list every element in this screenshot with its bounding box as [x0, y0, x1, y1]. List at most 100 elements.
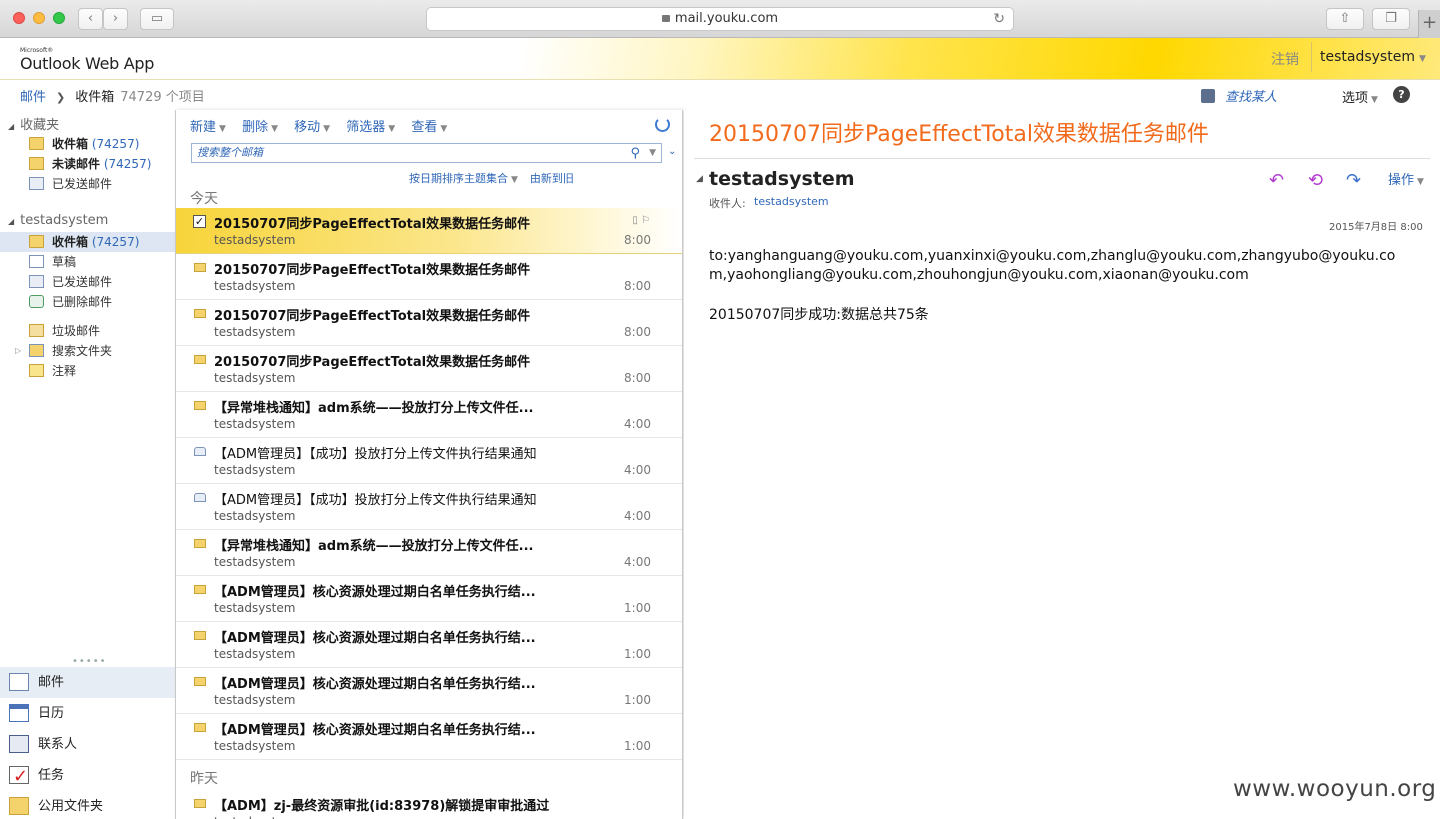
message-row[interactable]: 【异常堆栈通知】adm系统——投放打分上传文件任... testadsystem 4… — [176, 392, 682, 438]
tabs-overview-button[interactable]: ❐ — [1372, 8, 1410, 30]
back-button[interactable]: ‹ — [78, 8, 103, 30]
message-time: 4:00 — [624, 555, 651, 569]
unread-envelope-icon — [194, 355, 206, 364]
collapse-header-icon[interactable]: ◢ — [696, 174, 703, 184]
maximize-window-button[interactable] — [53, 12, 65, 24]
module-calendar[interactable]: 日历 — [0, 698, 175, 729]
mail-icon — [9, 673, 29, 691]
sort-by-button[interactable]: 按日期排序主题集合 ▼ — [409, 172, 518, 185]
forward-icon[interactable]: ↷ — [1346, 170, 1361, 191]
folder-junk[interactable]: 垃圾邮件 — [29, 321, 175, 341]
chevron-down-icon: ▼ — [219, 124, 226, 134]
message-row[interactable]: 20150707同步PageEffectTotal效果数据任务邮件 testads… — [176, 254, 682, 300]
reload-icon[interactable]: ↻ — [993, 8, 1005, 30]
message-row[interactable]: 【ADM管理员】【成功】投放打分上传文件执行结果通知 testadsystem 4:… — [176, 438, 682, 484]
search-icon[interactable]: ⚲ — [630, 145, 640, 163]
reply-all-icon[interactable]: ⟲ — [1308, 170, 1323, 191]
folder-drafts[interactable]: 草稿 — [29, 252, 175, 272]
address-bar[interactable]: mail.youku.com ↻ — [426, 7, 1014, 31]
minimize-window-button[interactable] — [33, 12, 45, 24]
forward-button[interactable]: › — [103, 8, 128, 30]
folder-label: 未读邮件 — [52, 157, 101, 171]
folder-label: 已删除邮件 — [52, 295, 113, 309]
message-row[interactable]: 20150707同步PageEffectTotal效果数据任务邮件 testads… — [176, 300, 682, 346]
pane-resize-grip[interactable]: ••••• — [72, 656, 107, 667]
message-subject: 20150707同步PageEffectTotal效果数据任务邮件 — [709, 122, 1209, 147]
recipient-link[interactable]: testadsystem — [754, 195, 829, 208]
module-tasks[interactable]: 任务 — [0, 760, 175, 792]
close-window-button[interactable] — [13, 12, 25, 24]
message-row[interactable]: 【ADM】zj-最终资源审批(id:83978)解锁提审审批通过testadsy… — [176, 790, 682, 819]
share-button[interactable]: ⇧ — [1326, 8, 1364, 30]
new-tab-button[interactable]: + — [1418, 10, 1440, 38]
favorite-sent[interactable]: 已发送邮件 — [29, 174, 175, 194]
filter-button[interactable]: 筛选器 ▼ — [346, 120, 395, 135]
unread-count: (74257) — [91, 235, 140, 249]
message-subject: 20150707同步PageEffectTotal效果数据任务邮件 — [214, 263, 531, 278]
outlook-logo: Microsoft® Outlook Web App — [20, 47, 154, 73]
owa-header: Microsoft® Outlook Web App 注销 testadsyst… — [0, 38, 1440, 80]
expand-icon[interactable]: ▷ — [15, 346, 21, 355]
folder-deleted[interactable]: 已删除邮件 — [29, 292, 175, 312]
flag-icon[interactable]: ▯ ⚐ — [632, 215, 650, 226]
folder-inbox[interactable]: 收件箱 (74257) — [0, 232, 175, 252]
move-button[interactable]: 移动 ▼ — [294, 120, 330, 135]
delete-label: 删除 — [242, 120, 269, 135]
message-row[interactable]: 【ADM管理员】核心资源处理过期白名单任务执行结... testadsystem 1… — [176, 714, 682, 760]
address-book-icon — [1201, 89, 1215, 103]
drafts-folder-icon — [29, 255, 44, 268]
list-toolbar: 新建 ▼ 删除 ▼ 移动 ▼ 筛选器 ▼ 查看 ▼ — [190, 116, 459, 135]
message-subject: 【ADM管理员】【成功】投放打分上传文件执行结果通知 — [214, 447, 537, 462]
message-sender: testadsystem — [214, 463, 296, 477]
recycle-folder-icon — [29, 295, 44, 308]
checkbox-icon[interactable]: ✓ — [193, 215, 206, 228]
message-body-text: 20150707同步成功:数据总共75条 — [709, 307, 929, 323]
folder-notes[interactable]: 注释 — [29, 361, 175, 381]
message-row[interactable]: 【ADM管理员】核心资源处理过期白名单任务执行结... testadsystem 1… — [176, 668, 682, 714]
folder-navigation: ◢ 收藏夹 收件箱 (74257) 未读邮件 (74257) 已发送邮件 ◢ tes… — [0, 110, 175, 819]
sidebar-toggle-button[interactable]: ▭ — [140, 8, 174, 30]
message-row[interactable]: 【ADM管理员】核心资源处理过期白名单任务执行结... testadsystem 1… — [176, 622, 682, 668]
unread-envelope-icon — [194, 723, 206, 732]
new-button[interactable]: 新建 ▼ — [190, 120, 226, 135]
find-person-link[interactable]: 查找某人 — [1201, 86, 1277, 105]
sort-order-button[interactable]: 由新到旧 — [530, 172, 574, 185]
message-row[interactable]: 【异常堆栈通知】adm系统——投放打分上传文件任... testadsystem 4… — [176, 530, 682, 576]
logout-link[interactable]: 注销 — [1271, 49, 1299, 69]
breadcrumb-mail[interactable]: 邮件 — [20, 90, 46, 105]
logo-microsoft: Microsoft® — [20, 47, 54, 54]
account-header[interactable]: ◢ testadsystem — [8, 213, 108, 228]
chevron-down-icon: ▼ — [1418, 54, 1426, 64]
sender-name[interactable]: testadsystem — [709, 168, 855, 190]
expand-search-icon[interactable]: ⌄ — [668, 146, 676, 157]
options-label: 选项 — [1342, 91, 1369, 106]
refresh-icon[interactable] — [655, 117, 670, 132]
favorites-header[interactable]: ◢ 收藏夹 — [8, 114, 59, 133]
reply-icon[interactable]: ↶ — [1269, 170, 1284, 191]
view-button[interactable]: 查看 ▼ — [411, 120, 447, 135]
message-row[interactable]: 【ADM管理员】【成功】投放打分上传文件执行结果通知 testadsystem 4:… — [176, 484, 682, 530]
delete-button[interactable]: 删除 ▼ — [242, 120, 278, 135]
module-contacts[interactable]: 联系人 — [0, 729, 175, 760]
message-row[interactable]: 20150707同步PageEffectTotal效果数据任务邮件 testads… — [176, 346, 682, 392]
module-mail[interactable]: 邮件 — [0, 667, 175, 698]
message-time: 8:00 — [624, 233, 651, 247]
message-time: 8:00 — [624, 371, 651, 385]
actions-menu[interactable]: 操作 ▼ — [1388, 169, 1424, 188]
user-menu[interactable]: testadsystem ▼ — [1311, 42, 1426, 72]
favorite-inbox[interactable]: 收件箱 (74257) — [29, 134, 175, 154]
options-menu[interactable]: 选项 ▼ — [1342, 87, 1378, 106]
search-input[interactable]: 搜索整个邮箱 ⚲ ▼ — [191, 143, 662, 163]
chevron-down-icon: ▼ — [323, 124, 331, 134]
message-time: 8:00 — [624, 279, 651, 293]
message-row[interactable]: 【ADM管理员】核心资源处理过期白名单任务执行结... testadsystem 1… — [176, 576, 682, 622]
chevron-down-icon[interactable]: ▼ — [649, 144, 656, 162]
folder-search[interactable]: 搜索文件夹 — [29, 341, 175, 361]
unread-envelope-icon — [194, 677, 206, 686]
help-button[interactable]: ? — [1393, 86, 1410, 103]
favorite-unread[interactable]: 未读邮件 (74257) — [29, 154, 175, 174]
folder-sent[interactable]: 已发送邮件 — [29, 272, 175, 292]
module-public-folders[interactable]: 公用文件夹 — [0, 791, 175, 819]
message-row[interactable]: ✓ 20150707同步PageEffectTotal效果数据任务邮件 testad… — [176, 208, 682, 254]
recipients-label: 收件人: — [709, 197, 746, 210]
